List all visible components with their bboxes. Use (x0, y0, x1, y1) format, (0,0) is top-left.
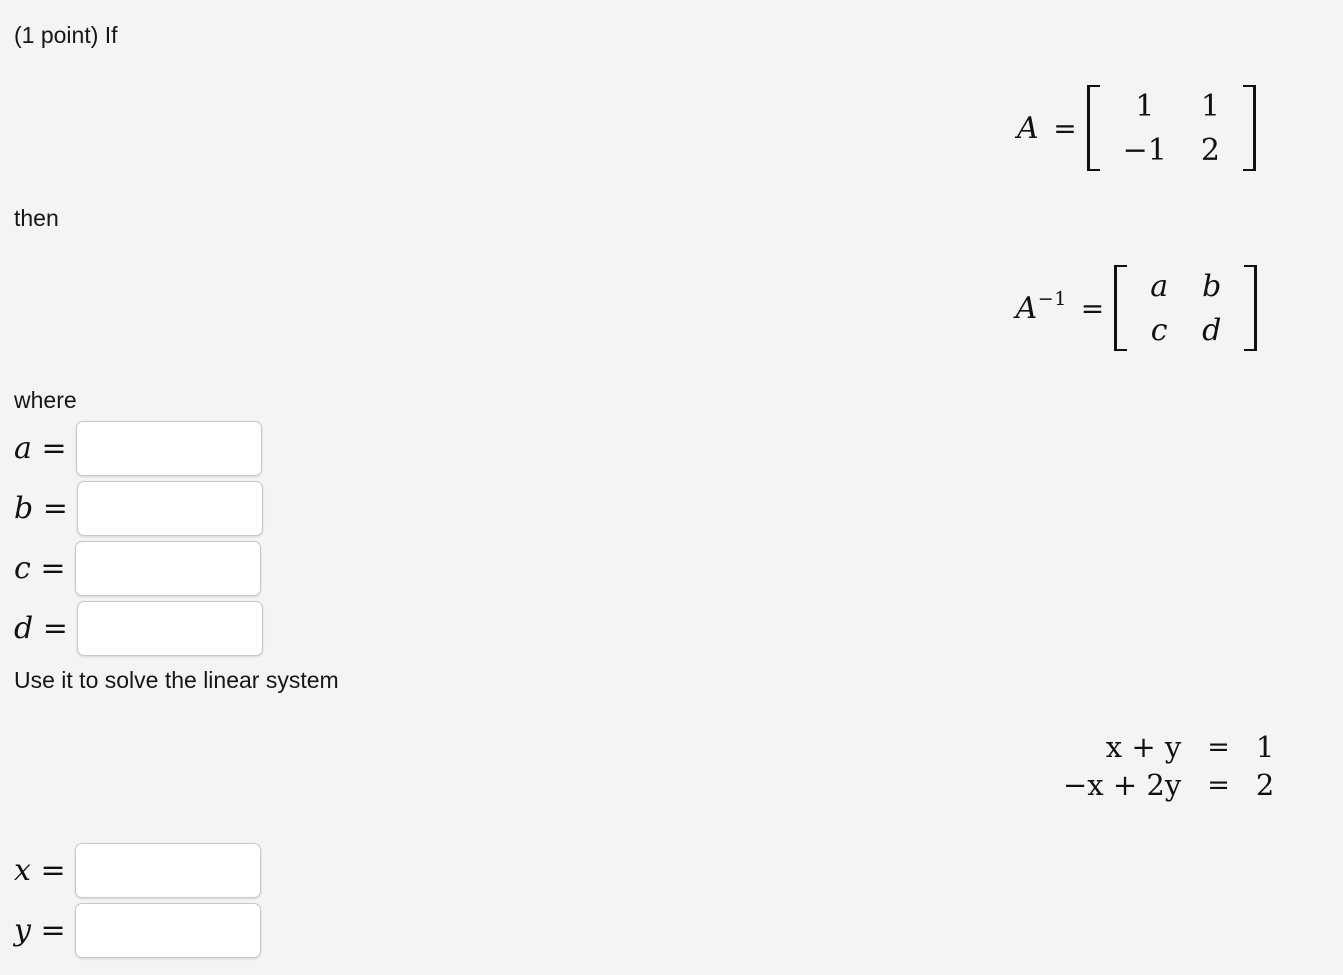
matrix-cell: c (1150, 312, 1168, 348)
answer-label-b: b = (14, 491, 68, 526)
where-text: where (14, 387, 77, 413)
matrix-cell: 1 (1200, 89, 1220, 124)
answer-row-c: c = (14, 541, 261, 596)
answer-label-y: y = (14, 913, 66, 948)
matrix-a-inverse-label-group: A−1 (1015, 288, 1067, 326)
answer-label-c: c = (14, 551, 66, 586)
matrix-cell: 1 (1135, 89, 1155, 124)
matrix-cell: −1 (1122, 132, 1167, 168)
answer-label-a: a = (14, 431, 67, 466)
matrix-a-inverse-grid: a b c d (1127, 265, 1244, 351)
matrix-cell: 2 (1200, 132, 1220, 168)
matrix-a-inverse-equals: = (1080, 291, 1105, 325)
system-equation-lhs: x + y (1105, 730, 1182, 764)
answer-label-d: d = (14, 611, 68, 646)
matrix-a-grid: 1 1 −1 2 (1100, 85, 1243, 171)
answer-input-c[interactable] (74, 541, 261, 596)
matrix-a-row: A = 1 1 −1 2 (1017, 85, 1256, 171)
matrix-a-inverse-row: A−1 = a b c d (1016, 265, 1258, 351)
answer-label-x: x = (14, 853, 66, 888)
left-bracket-icon (1086, 85, 1100, 171)
matrix-a-bracketed: 1 1 −1 2 (1086, 85, 1256, 171)
use-it-instruction-text: Use it to solve the linear system (14, 667, 339, 693)
problem-page: { "problem": { "points_text": "(1 point)… (0, 0, 1343, 975)
matrix-cell: b (1202, 269, 1222, 304)
answer-row-x: x = (14, 843, 261, 898)
answer-row-d: d = (14, 601, 263, 656)
system-equation-lhs: −x + 2y (1063, 768, 1182, 802)
system-equation-rhs: 1 (1255, 730, 1275, 764)
matrix-a-equals: = (1053, 111, 1077, 145)
matrix-a-inverse-exponent: −1 (1037, 288, 1067, 310)
system-equation-rhs: 2 (1255, 768, 1275, 802)
answer-row-a: a = (14, 421, 262, 476)
right-bracket-icon (1242, 85, 1256, 171)
matrix-a-inverse-label: A (1015, 291, 1038, 326)
answer-input-x[interactable] (74, 843, 261, 898)
answer-input-a[interactable] (75, 421, 262, 476)
answer-row-y: y = (14, 903, 261, 958)
matrix-a-equation: A = 1 1 −1 2 (0, 85, 1343, 171)
answer-input-b[interactable] (76, 481, 263, 536)
answer-row-b: b = (14, 481, 263, 536)
system-equation-equals: = (1207, 731, 1230, 763)
linear-system: x + y = 1 −x + 2y = 2 (1063, 730, 1274, 802)
system-equation-equals: = (1207, 769, 1230, 801)
answer-input-d[interactable] (76, 601, 263, 656)
matrix-a-inverse-equation: A−1 = a b c d (0, 265, 1343, 351)
matrix-a-inverse-bracketed: a b c d (1114, 265, 1258, 351)
matrix-cell: a (1150, 269, 1169, 304)
right-bracket-icon (1244, 265, 1258, 351)
problem-intro-text: (1 point) If (14, 22, 118, 48)
matrix-cell: d (1202, 312, 1222, 348)
answer-input-y[interactable] (74, 903, 261, 958)
left-bracket-icon (1114, 265, 1128, 351)
then-text: then (14, 205, 59, 231)
matrix-a-label: A (1017, 110, 1040, 146)
